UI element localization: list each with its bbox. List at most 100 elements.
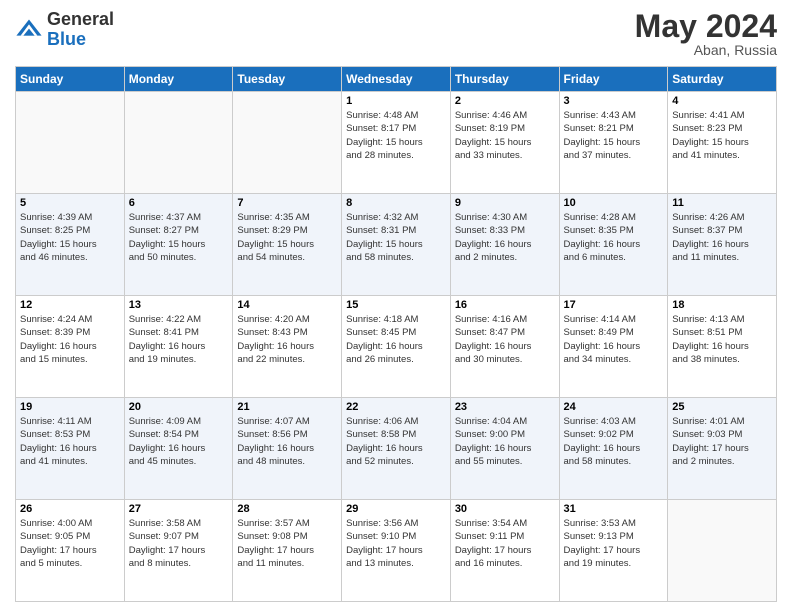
- day-number: 12: [20, 299, 120, 311]
- day-info: Sunrise: 4:43 AM Sunset: 8:21 PM Dayligh…: [564, 109, 664, 162]
- table-row: 2Sunrise: 4:46 AM Sunset: 8:19 PM Daylig…: [450, 92, 559, 194]
- table-row: 21 Sunrise: 4:07 AM Sunset: 8:56 PM Dayli…: [233, 398, 342, 500]
- day-number: 21: [237, 401, 337, 413]
- day-number: 18: [672, 299, 772, 311]
- day-info: Sunrise: 4:14 AM Sunset: 8:49 PM Dayligh…: [564, 313, 664, 366]
- calendar-table: Sunday Monday Tuesday Wednesday Thursday…: [15, 66, 777, 602]
- day-number: 17: [564, 299, 664, 311]
- day-number: 15: [346, 299, 446, 311]
- table-row: 20Sunrise: 4:09 AM Sunset: 8:54 PM Dayli…: [124, 398, 233, 500]
- table-row: 31 Sunrise: 3:53 AM Sunset: 9:13 PM Dayli…: [559, 500, 668, 602]
- day-info: Sunrise: 3:56 AM Sunset: 9:10 PM Dayligh…: [346, 517, 446, 570]
- day-info: Sunrise: 4:18 AM Sunset: 8:45 PM Dayligh…: [346, 313, 446, 366]
- col-monday: Monday: [124, 67, 233, 92]
- table-row: [16, 92, 125, 194]
- day-number: 6: [129, 197, 229, 209]
- logo: General Blue: [15, 10, 114, 50]
- header: General Blue May 2024 Aban, Russia: [15, 10, 777, 58]
- day-info: Sunrise: 3:57 AM Sunset: 9:08 PM Dayligh…: [237, 517, 337, 570]
- table-row: [233, 92, 342, 194]
- day-info: Sunrise: 4:37 AM Sunset: 8:27 PM Dayligh…: [129, 211, 229, 264]
- day-info: Sunrise: 4:24 AM Sunset: 8:39 PM Dayligh…: [20, 313, 120, 366]
- col-thursday: Thursday: [450, 67, 559, 92]
- table-row: 22 Sunrise: 4:06 AM Sunset: 8:58 PM Dayli…: [342, 398, 451, 500]
- table-row: [668, 500, 777, 602]
- day-info: Sunrise: 3:54 AM Sunset: 9:11 PM Dayligh…: [455, 517, 555, 570]
- day-info: Sunrise: 4:32 AM Sunset: 8:31 PM Dayligh…: [346, 211, 446, 264]
- table-row: 14 Sunrise: 4:20 AM Sunset: 8:43 PM Dayli…: [233, 296, 342, 398]
- table-row: 9 Sunrise: 4:30 AM Sunset: 8:33 PM Daylig…: [450, 194, 559, 296]
- table-row: [124, 92, 233, 194]
- calendar-header-row: Sunday Monday Tuesday Wednesday Thursday…: [16, 67, 777, 92]
- logo-general: General: [47, 10, 114, 30]
- day-number: 13: [129, 299, 229, 311]
- day-number: 29: [346, 503, 446, 515]
- day-info: Sunrise: 4:09 AM Sunset: 8:54 PM Dayligh…: [129, 415, 229, 468]
- day-info: Sunrise: 3:53 AM Sunset: 9:13 PM Dayligh…: [564, 517, 664, 570]
- table-row: 30 Sunrise: 3:54 AM Sunset: 9:11 PM Dayli…: [450, 500, 559, 602]
- table-row: 23Sunrise: 4:04 AM Sunset: 9:00 PM Dayli…: [450, 398, 559, 500]
- table-row: 15 Sunrise: 4:18 AM Sunset: 8:45 PM Dayli…: [342, 296, 451, 398]
- logo-icon: [15, 16, 43, 44]
- page: General Blue May 2024 Aban, Russia Sunda…: [0, 0, 792, 612]
- day-number: 23: [455, 401, 555, 413]
- day-info: Sunrise: 4:16 AM Sunset: 8:47 PM Dayligh…: [455, 313, 555, 366]
- day-number: 24: [564, 401, 664, 413]
- table-row: 11 Sunrise: 4:26 AM Sunset: 8:37 PM Dayli…: [668, 194, 777, 296]
- day-number: 11: [672, 197, 772, 209]
- day-info: Sunrise: 4:30 AM Sunset: 8:33 PM Dayligh…: [455, 211, 555, 264]
- table-row: 3Sunrise: 4:43 AM Sunset: 8:21 PM Daylig…: [559, 92, 668, 194]
- logo-blue: Blue: [47, 30, 114, 50]
- day-number: 1: [346, 95, 446, 107]
- table-row: 7Sunrise: 4:35 AM Sunset: 8:29 PM Daylig…: [233, 194, 342, 296]
- day-info: Sunrise: 4:41 AM Sunset: 8:23 PM Dayligh…: [672, 109, 772, 162]
- day-number: 22: [346, 401, 446, 413]
- day-number: 27: [129, 503, 229, 515]
- title-block: May 2024 Aban, Russia: [635, 10, 777, 58]
- table-row: 1 Sunrise: 4:48 AM Sunset: 8:17 PM Daylig…: [342, 92, 451, 194]
- day-info: Sunrise: 4:22 AM Sunset: 8:41 PM Dayligh…: [129, 313, 229, 366]
- location-subtitle: Aban, Russia: [635, 42, 777, 58]
- day-info: Sunrise: 4:11 AM Sunset: 8:53 PM Dayligh…: [20, 415, 120, 468]
- day-number: 16: [455, 299, 555, 311]
- calendar-week-row: 19Sunrise: 4:11 AM Sunset: 8:53 PM Dayli…: [16, 398, 777, 500]
- day-number: 30: [455, 503, 555, 515]
- day-info: Sunrise: 4:35 AM Sunset: 8:29 PM Dayligh…: [237, 211, 337, 264]
- day-number: 31: [564, 503, 664, 515]
- day-number: 10: [564, 197, 664, 209]
- calendar-week-row: 1 Sunrise: 4:48 AM Sunset: 8:17 PM Daylig…: [16, 92, 777, 194]
- table-row: 17 Sunrise: 4:14 AM Sunset: 8:49 PM Dayli…: [559, 296, 668, 398]
- day-number: 8: [346, 197, 446, 209]
- day-info: Sunrise: 4:28 AM Sunset: 8:35 PM Dayligh…: [564, 211, 664, 264]
- table-row: 16 Sunrise: 4:16 AM Sunset: 8:47 PM Dayli…: [450, 296, 559, 398]
- day-info: Sunrise: 4:03 AM Sunset: 9:02 PM Dayligh…: [564, 415, 664, 468]
- day-number: 4: [672, 95, 772, 107]
- table-row: 27 Sunrise: 3:58 AM Sunset: 9:07 PM Dayli…: [124, 500, 233, 602]
- table-row: 25Sunrise: 4:01 AM Sunset: 9:03 PM Dayli…: [668, 398, 777, 500]
- day-info: Sunrise: 4:48 AM Sunset: 8:17 PM Dayligh…: [346, 109, 446, 162]
- day-info: Sunrise: 4:06 AM Sunset: 8:58 PM Dayligh…: [346, 415, 446, 468]
- day-info: Sunrise: 4:07 AM Sunset: 8:56 PM Dayligh…: [237, 415, 337, 468]
- table-row: 6 Sunrise: 4:37 AM Sunset: 8:27 PM Daylig…: [124, 194, 233, 296]
- table-row: 13 Sunrise: 4:22 AM Sunset: 8:41 PM Dayli…: [124, 296, 233, 398]
- day-info: Sunrise: 4:39 AM Sunset: 8:25 PM Dayligh…: [20, 211, 120, 264]
- day-number: 14: [237, 299, 337, 311]
- day-number: 28: [237, 503, 337, 515]
- table-row: 18 Sunrise: 4:13 AM Sunset: 8:51 PM Dayli…: [668, 296, 777, 398]
- col-sunday: Sunday: [16, 67, 125, 92]
- calendar-week-row: 5 Sunrise: 4:39 AM Sunset: 8:25 PM Daylig…: [16, 194, 777, 296]
- day-number: 9: [455, 197, 555, 209]
- table-row: 26Sunrise: 4:00 AM Sunset: 9:05 PM Dayli…: [16, 500, 125, 602]
- day-info: Sunrise: 4:20 AM Sunset: 8:43 PM Dayligh…: [237, 313, 337, 366]
- col-friday: Friday: [559, 67, 668, 92]
- day-info: Sunrise: 4:13 AM Sunset: 8:51 PM Dayligh…: [672, 313, 772, 366]
- day-number: 5: [20, 197, 120, 209]
- table-row: 29 Sunrise: 3:56 AM Sunset: 9:10 PM Dayli…: [342, 500, 451, 602]
- day-info: Sunrise: 3:58 AM Sunset: 9:07 PM Dayligh…: [129, 517, 229, 570]
- day-number: 25: [672, 401, 772, 413]
- table-row: 12 Sunrise: 4:24 AM Sunset: 8:39 PM Dayli…: [16, 296, 125, 398]
- table-row: 8 Sunrise: 4:32 AM Sunset: 8:31 PM Daylig…: [342, 194, 451, 296]
- day-info: Sunrise: 4:26 AM Sunset: 8:37 PM Dayligh…: [672, 211, 772, 264]
- day-info: Sunrise: 4:00 AM Sunset: 9:05 PM Dayligh…: [20, 517, 120, 570]
- col-saturday: Saturday: [668, 67, 777, 92]
